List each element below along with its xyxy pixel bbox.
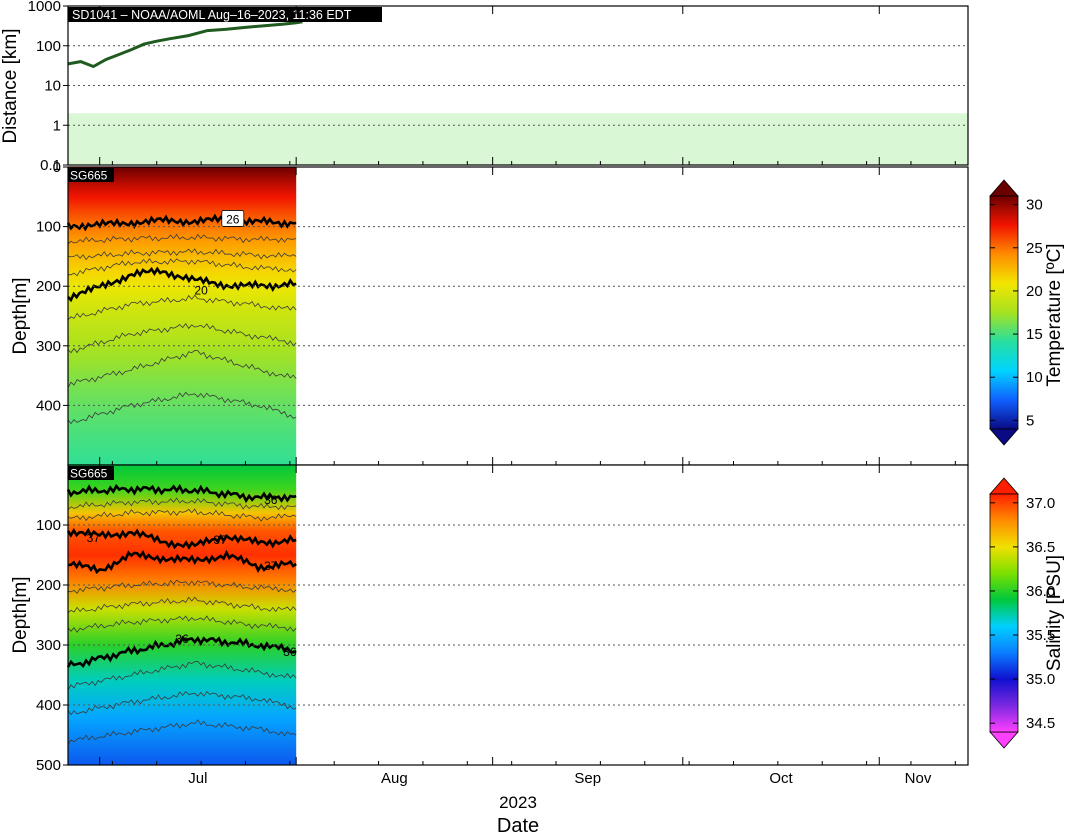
x-axis-title: Date [497,815,539,834]
temperature-colorbar-tick-label: 20 [1026,283,1043,300]
distance-y-label: Distance [km] [0,28,21,143]
distance-y-tick-label: 1000 [28,0,61,15]
salinity-colorbar-tick-label: 36.5 [1026,539,1055,556]
salinity-panel-tag: SG665 [70,467,108,481]
temperature-panel-tag: SG665 [70,169,108,183]
temperature-colorbar-tick-label: 25 [1026,240,1043,257]
salinity-contour-label: 37 [213,533,227,547]
temperature-y-label: Depth[m] [10,277,31,354]
year-label: 2023 [499,793,537,812]
distance-y-ticks: 0.11101001000 [28,0,68,174]
header-label: SD1041 – NOAA/AOML Aug–16–2023, 11:36 ED… [72,8,352,22]
temperature-colorbar-max-arrow [989,179,1019,197]
salinity-contour-label: 36 [175,632,189,646]
salinity-contour-label: 36 [283,645,297,659]
salinity-heatmap [68,465,297,765]
temperature-colorbar-tick-label: 15 [1026,326,1043,343]
salinity-y-ticks: 100 200 300 400 500 [36,517,68,774]
temperature-contour-label: 20 [194,283,208,297]
temperature-colorbar-tick-label: 30 [1026,197,1043,214]
temperature-colorbar-tick-label: 5 [1026,412,1034,429]
salinity-contour-label: 36 [264,493,278,507]
salinity-y-label: Depth[m] [10,576,31,653]
salinity-contour-label: 37 [264,559,278,573]
salinity-y-tick-label: 200 [36,577,61,594]
temperature-colorbar-tick-label: 10 [1026,369,1043,386]
temperature-colorbar-strip [989,195,1019,430]
x-month-label: Sep [574,770,601,787]
distance-y-tick-label: 10 [44,78,61,95]
x-month-label: Aug [381,770,408,787]
salinity-colorbar-tick-label: 35.0 [1026,671,1055,688]
temperature-colorbar-label: Temperature [ºC] [1044,243,1065,386]
distance-panel: 0.11101001000 SD1041 – NOAA/AOML Aug–16–… [0,0,969,174]
temperature-y-tick-label: 300 [36,338,61,355]
x-month-label: Oct [769,770,793,787]
temperature-colorbar: 5 10 15 20 25 30 [989,179,1043,446]
salinity-panel: 100 200 300 400 500 37 37 37 36 36 36 SG665 Depth… [10,464,1065,774]
temperature-y-tick-label: 400 [36,397,61,414]
salinity-contour-label: 37 [87,531,101,545]
salinity-colorbar-label: Salinity [PSU] [1044,555,1065,671]
distance-y-tick-label: 100 [36,38,61,55]
salinity-colorbar-tick-label: 37.0 [1026,495,1055,512]
temperature-y-tick-label: 100 [36,219,61,236]
salinity-colorbar-tick-label: 34.5 [1026,715,1055,732]
salinity-colorbar-max-arrow [989,477,1019,495]
salinity-y-tick-label: 400 [36,697,61,714]
salinity-y-tick-label: 100 [36,517,61,534]
temperature-contour-label: 26 [226,212,240,226]
temperature-y-ticks: 0 100 200 300 400 [36,159,68,414]
temperature-colorbar-min-arrow [989,428,1019,446]
salinity-y-tick-label: 300 [36,637,61,654]
distance-y-tick-label: 1 [53,117,61,134]
temperature-y-tick-label: 0 [53,159,61,176]
salinity-colorbar-strip [989,493,1019,733]
x-month-label: Jul [188,770,207,787]
temperature-panel: 0 100 200 300 400 26 20 SG665 Depth[m] 5 10 15 2… [10,159,1065,466]
temperature-y-tick-label: 200 [36,278,61,295]
glider-section-figure: 0.11101001000 SD1041 – NOAA/AOML Aug–16–… [0,0,1065,834]
x-month-label: Nov [905,770,932,787]
salinity-y-tick-label: 500 [36,757,61,774]
salinity-colorbar-min-arrow [989,731,1019,749]
distance-band [68,113,968,165]
temperature-heatmap [68,167,297,465]
